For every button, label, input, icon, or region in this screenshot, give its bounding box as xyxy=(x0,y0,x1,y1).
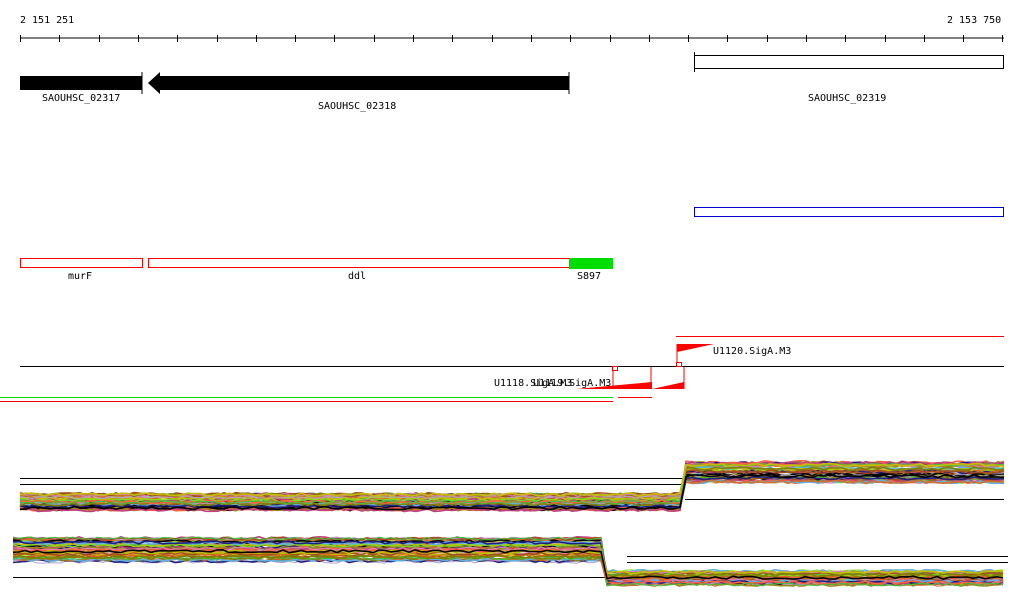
expression-profile-reverse xyxy=(12,535,1008,587)
feature-murF[interactable]: murF xyxy=(20,258,143,283)
genome-browser-canvas: 2 151 251 2 153 750 SAOUHSC_02317 SAOUHS… xyxy=(0,15,1008,587)
feature-ddl[interactable]: ddl xyxy=(148,258,570,283)
gene-label: SAOUHSC_02318 xyxy=(318,101,396,112)
promoter-label: U1119.SigA.M3 xyxy=(533,378,611,389)
feature-S897[interactable]: S897 xyxy=(569,258,613,282)
gene-label: SAOUHSC_02317 xyxy=(42,93,120,104)
gene-SAOUHSC_02318[interactable]: SAOUHSC_02318 xyxy=(148,72,570,112)
gene-SAOUHSC_02319[interactable]: SAOUHSC_02319 xyxy=(694,52,1004,104)
expression-profile-forward xyxy=(19,459,1005,513)
ruler-end-label: 2 153 750 xyxy=(947,15,1001,26)
ruler-start-label: 2 151 251 xyxy=(20,15,74,26)
operon-box[interactable] xyxy=(694,207,1004,217)
promoter-label: U1120.SigA.M3 xyxy=(713,346,791,357)
feature-label: S897 xyxy=(577,271,601,282)
promoter-U1118-U1119[interactable]: U1118.SigA.M3 U1119.SigA.M3 xyxy=(494,366,685,390)
feature-label: ddl xyxy=(348,271,366,282)
gene-label: SAOUHSC_02319 xyxy=(808,93,886,104)
promoter-U1120[interactable]: U1120.SigA.M3 xyxy=(676,344,792,367)
gene-SAOUHSC_02317[interactable]: SAOUHSC_02317 xyxy=(20,72,143,104)
feature-label: murF xyxy=(68,271,92,282)
coordinate-ruler xyxy=(20,35,1004,42)
